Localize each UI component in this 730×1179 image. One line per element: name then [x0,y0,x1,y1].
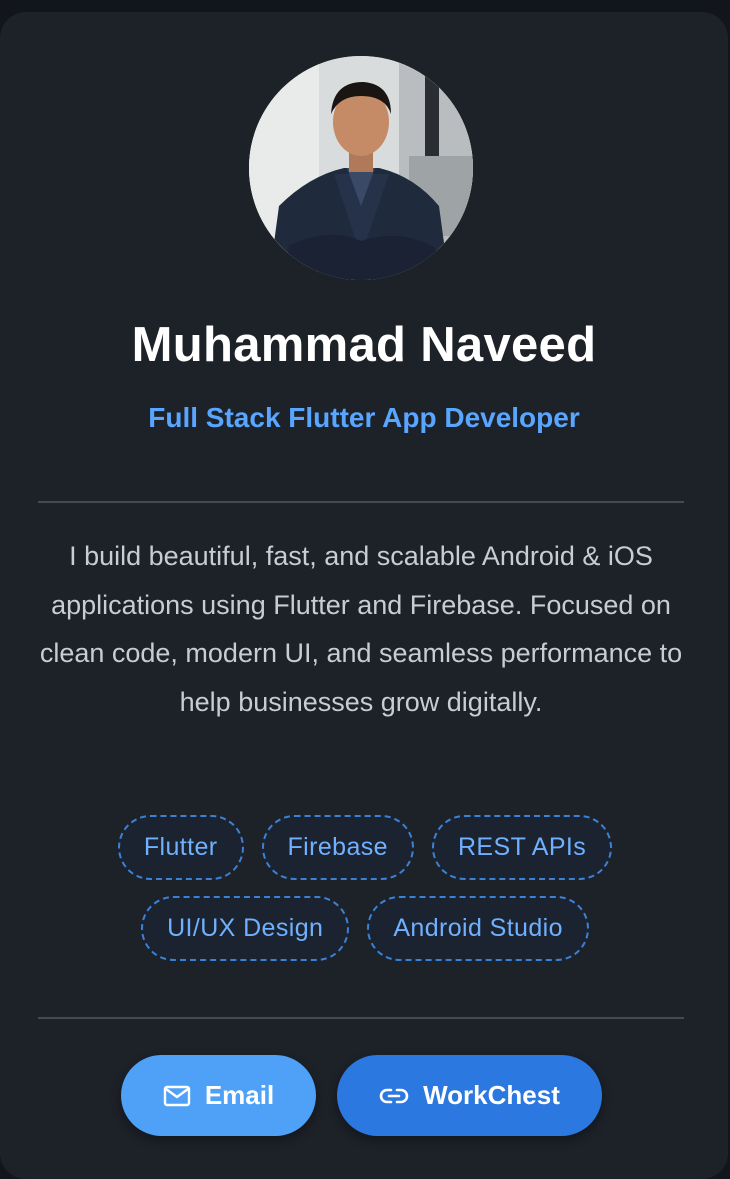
profile-bio: I build beautiful, fast, and scalable An… [39,541,683,717]
email-button-label: Email [204,1080,275,1110]
profile-role: Full Stack Flutter App Developer [148,402,580,433]
divider-bottom [38,1017,684,1019]
profile-name: Muhammad Naveed [131,318,597,372]
skill-chip-android-studio[interactable]: Android Studio [367,896,589,961]
avatar [249,56,473,280]
skills-list: Flutter Firebase REST APIs UI/UX Design … [60,815,670,961]
email-button[interactable]: Email [121,1055,316,1136]
profile-card: Muhammad Naveed Full Stack Flutter App D… [0,12,728,1179]
skill-chip-flutter[interactable]: Flutter [117,815,244,880]
divider-top [38,501,684,503]
skill-chip-ui-ux-design[interactable]: UI/UX Design [141,896,350,961]
avatar-photo [249,56,473,280]
mail-icon [163,1085,191,1107]
skill-chip-firebase[interactable]: Firebase [261,815,414,880]
link-icon [379,1087,409,1105]
workchest-button-label: WorkChest [423,1080,560,1110]
workchest-button[interactable]: WorkChest [337,1055,602,1136]
skill-chip-rest-apis[interactable]: REST APIs [431,815,613,880]
